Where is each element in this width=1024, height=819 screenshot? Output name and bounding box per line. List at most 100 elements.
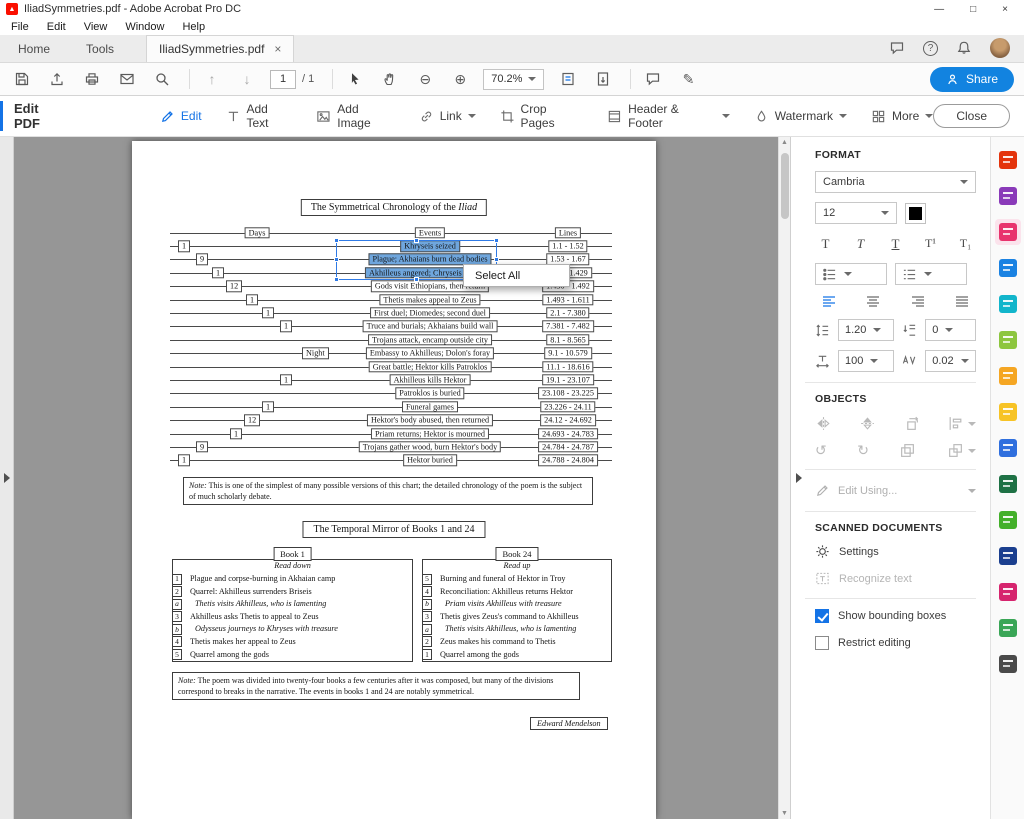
events-header[interactable]: Events [415, 227, 445, 238]
scrolling-mode-icon[interactable] [591, 67, 615, 91]
print-icon[interactable] [80, 67, 104, 91]
lines-box[interactable]: 23.226 - 24.11 [540, 401, 595, 412]
day-box[interactable]: 1 [262, 307, 274, 318]
rotate-cw-icon[interactable]: ↻ [857, 442, 869, 459]
event-box[interactable]: Thetis makes appeal to Zeus [379, 294, 480, 305]
event-box[interactable]: Trojans attack, encamp outside city [368, 334, 492, 345]
rail-tool-button[interactable] [995, 327, 1021, 353]
show-bounding-boxes-option[interactable]: Show bounding boxes [815, 609, 976, 623]
chronology-note[interactable]: Note: This is one of the simplest of man… [183, 477, 593, 505]
lines-box[interactable]: 8.1 - 8.565 [546, 334, 589, 345]
rail-tool-button[interactable] [995, 147, 1021, 173]
document-tab[interactable]: IliadSymmetries.pdf × [146, 35, 294, 62]
rail-tool-button[interactable] [995, 183, 1021, 209]
flip-vertical-icon[interactable] [859, 415, 876, 432]
book24-header[interactable]: Book 24 [495, 547, 538, 561]
lines-box[interactable]: 2.1 - 7.380 [546, 307, 589, 318]
tab-close-icon[interactable]: × [274, 42, 281, 56]
highlight-tool-icon[interactable]: ✎ [676, 67, 700, 91]
tab-home[interactable]: Home [0, 36, 68, 62]
page-number-input[interactable] [270, 70, 296, 89]
replace-image-icon[interactable] [899, 442, 916, 459]
text-style-button[interactable]: T₁ [955, 233, 976, 254]
rail-tool-button[interactable] [995, 399, 1021, 425]
align-justify-icon[interactable] [954, 294, 970, 310]
book-row[interactable]: 4 Reconciliation: Akhilleus returns Hekt… [423, 586, 611, 599]
rail-tool-button[interactable] [995, 291, 1021, 317]
day-box[interactable]: 1 [212, 267, 224, 278]
mirror-note[interactable]: Note: The poem was divided into twenty-f… [172, 672, 580, 700]
lines-box[interactable]: 24.788 - 24.804 [538, 455, 598, 466]
book-row[interactable]: 3 Akhilleus asks Thetis to appeal to Zeu… [173, 611, 412, 624]
font-color-swatch[interactable] [905, 203, 926, 224]
event-box[interactable]: Embassy to Akhilleus; Dolon's foray [366, 347, 494, 358]
day-box[interactable]: 9 [196, 441, 208, 452]
help-icon[interactable]: ? [923, 41, 938, 56]
rail-tool-button[interactable] [995, 615, 1021, 641]
day-box[interactable]: 1 [178, 455, 190, 466]
book-row[interactable]: b Odysseus journeys to Khryses with trea… [173, 623, 412, 636]
event-box[interactable]: Funeral games [402, 401, 458, 412]
horizontal-scale-select[interactable]: 100 [838, 350, 894, 372]
edit-using-select[interactable]: Edit Using... [815, 480, 976, 501]
rail-tool-button[interactable] [995, 435, 1021, 461]
share-button[interactable]: Share [930, 67, 1014, 92]
menu-item[interactable]: Help [173, 21, 214, 33]
event-box[interactable]: Hektor buried [403, 455, 457, 466]
arrange-objects-select[interactable] [947, 442, 976, 459]
day-box[interactable]: 9 [196, 254, 208, 265]
paragraph-spacing-select[interactable]: 0 [925, 319, 976, 341]
day-box[interactable]: 1 [230, 428, 242, 439]
book-row[interactable]: b Priam visits Akhilleus with treasure [423, 598, 611, 611]
checkbox-checked-icon[interactable] [815, 609, 829, 623]
align-center-icon[interactable] [865, 294, 881, 310]
day-box[interactable]: 12 [226, 281, 242, 292]
zoom-out-icon[interactable]: ⊖ [413, 67, 437, 91]
email-icon[interactable] [115, 67, 139, 91]
lines-box[interactable]: 1.1 - 1.52 [548, 240, 587, 251]
restrict-editing-option[interactable]: Restrict editing [815, 636, 976, 650]
flip-horizontal-icon[interactable] [815, 415, 832, 432]
rail-tool-button[interactable] [995, 363, 1021, 389]
rotate-object-icon[interactable] [903, 415, 920, 432]
event-box[interactable]: Patroklos is buried [395, 388, 464, 399]
align-left-icon[interactable] [821, 294, 837, 310]
event-box[interactable]: Akhilleus kills Hektor [390, 374, 471, 385]
event-box[interactable]: Khryseis seized [400, 240, 460, 251]
search-icon[interactable] [150, 67, 174, 91]
lines-box[interactable]: 1.493 - 1.611 [542, 294, 593, 305]
event-box[interactable]: Hektor's body abused, then returned [367, 414, 493, 425]
feedback-bubble-icon[interactable] [889, 40, 905, 56]
book-row[interactable]: 1 Plague and corpse-burning in Akhaian c… [173, 573, 412, 586]
checkbox-unchecked-icon[interactable] [815, 636, 829, 650]
book-row[interactable]: 5 Quarrel among the gods [173, 649, 412, 662]
rail-tool-button[interactable] [995, 651, 1021, 677]
crop-pages-button[interactable]: Crop Pages [500, 102, 584, 130]
day-box[interactable]: 1 [178, 240, 190, 251]
upload-icon[interactable] [45, 67, 69, 91]
lines-box[interactable]: 23.108 - 23.225 [538, 388, 598, 399]
scroll-up-icon[interactable]: ▲ [779, 139, 790, 146]
event-box[interactable]: Great battle; Hektor kills Patroklos [369, 361, 492, 372]
font-family-select[interactable]: Cambria [815, 171, 976, 193]
rail-tool-button[interactable] [995, 255, 1021, 281]
minimize-button[interactable]: — [934, 4, 944, 15]
scrollbar-thumb[interactable] [781, 153, 789, 219]
lines-box[interactable]: 11.1 - 18.616 [542, 361, 593, 372]
numbered-list-select[interactable] [895, 263, 967, 285]
day-box[interactable]: 1 [246, 294, 258, 305]
next-page-icon[interactable]: ↓ [235, 67, 259, 91]
menu-item[interactable]: View [75, 21, 117, 33]
text-style-button[interactable]: T [885, 233, 906, 254]
rotate-ccw-icon[interactable]: ↺ [815, 442, 827, 459]
event-box[interactable]: Truce and burials; Akhaians build wall [363, 321, 498, 332]
rail-tool-button[interactable] [995, 579, 1021, 605]
previous-page-icon[interactable]: ↑ [200, 67, 224, 91]
event-box[interactable]: Priam returns; Hektor is mourned [371, 428, 489, 439]
zoom-in-icon[interactable]: ⊕ [448, 67, 472, 91]
account-avatar[interactable] [990, 38, 1010, 58]
link-button[interactable]: Link [419, 109, 476, 124]
maximize-button[interactable]: □ [970, 4, 976, 15]
lines-box[interactable]: 9.1 - 10.579 [544, 347, 592, 358]
chronology-title[interactable]: The Symmetrical Chronology of the Iliad [301, 199, 487, 216]
